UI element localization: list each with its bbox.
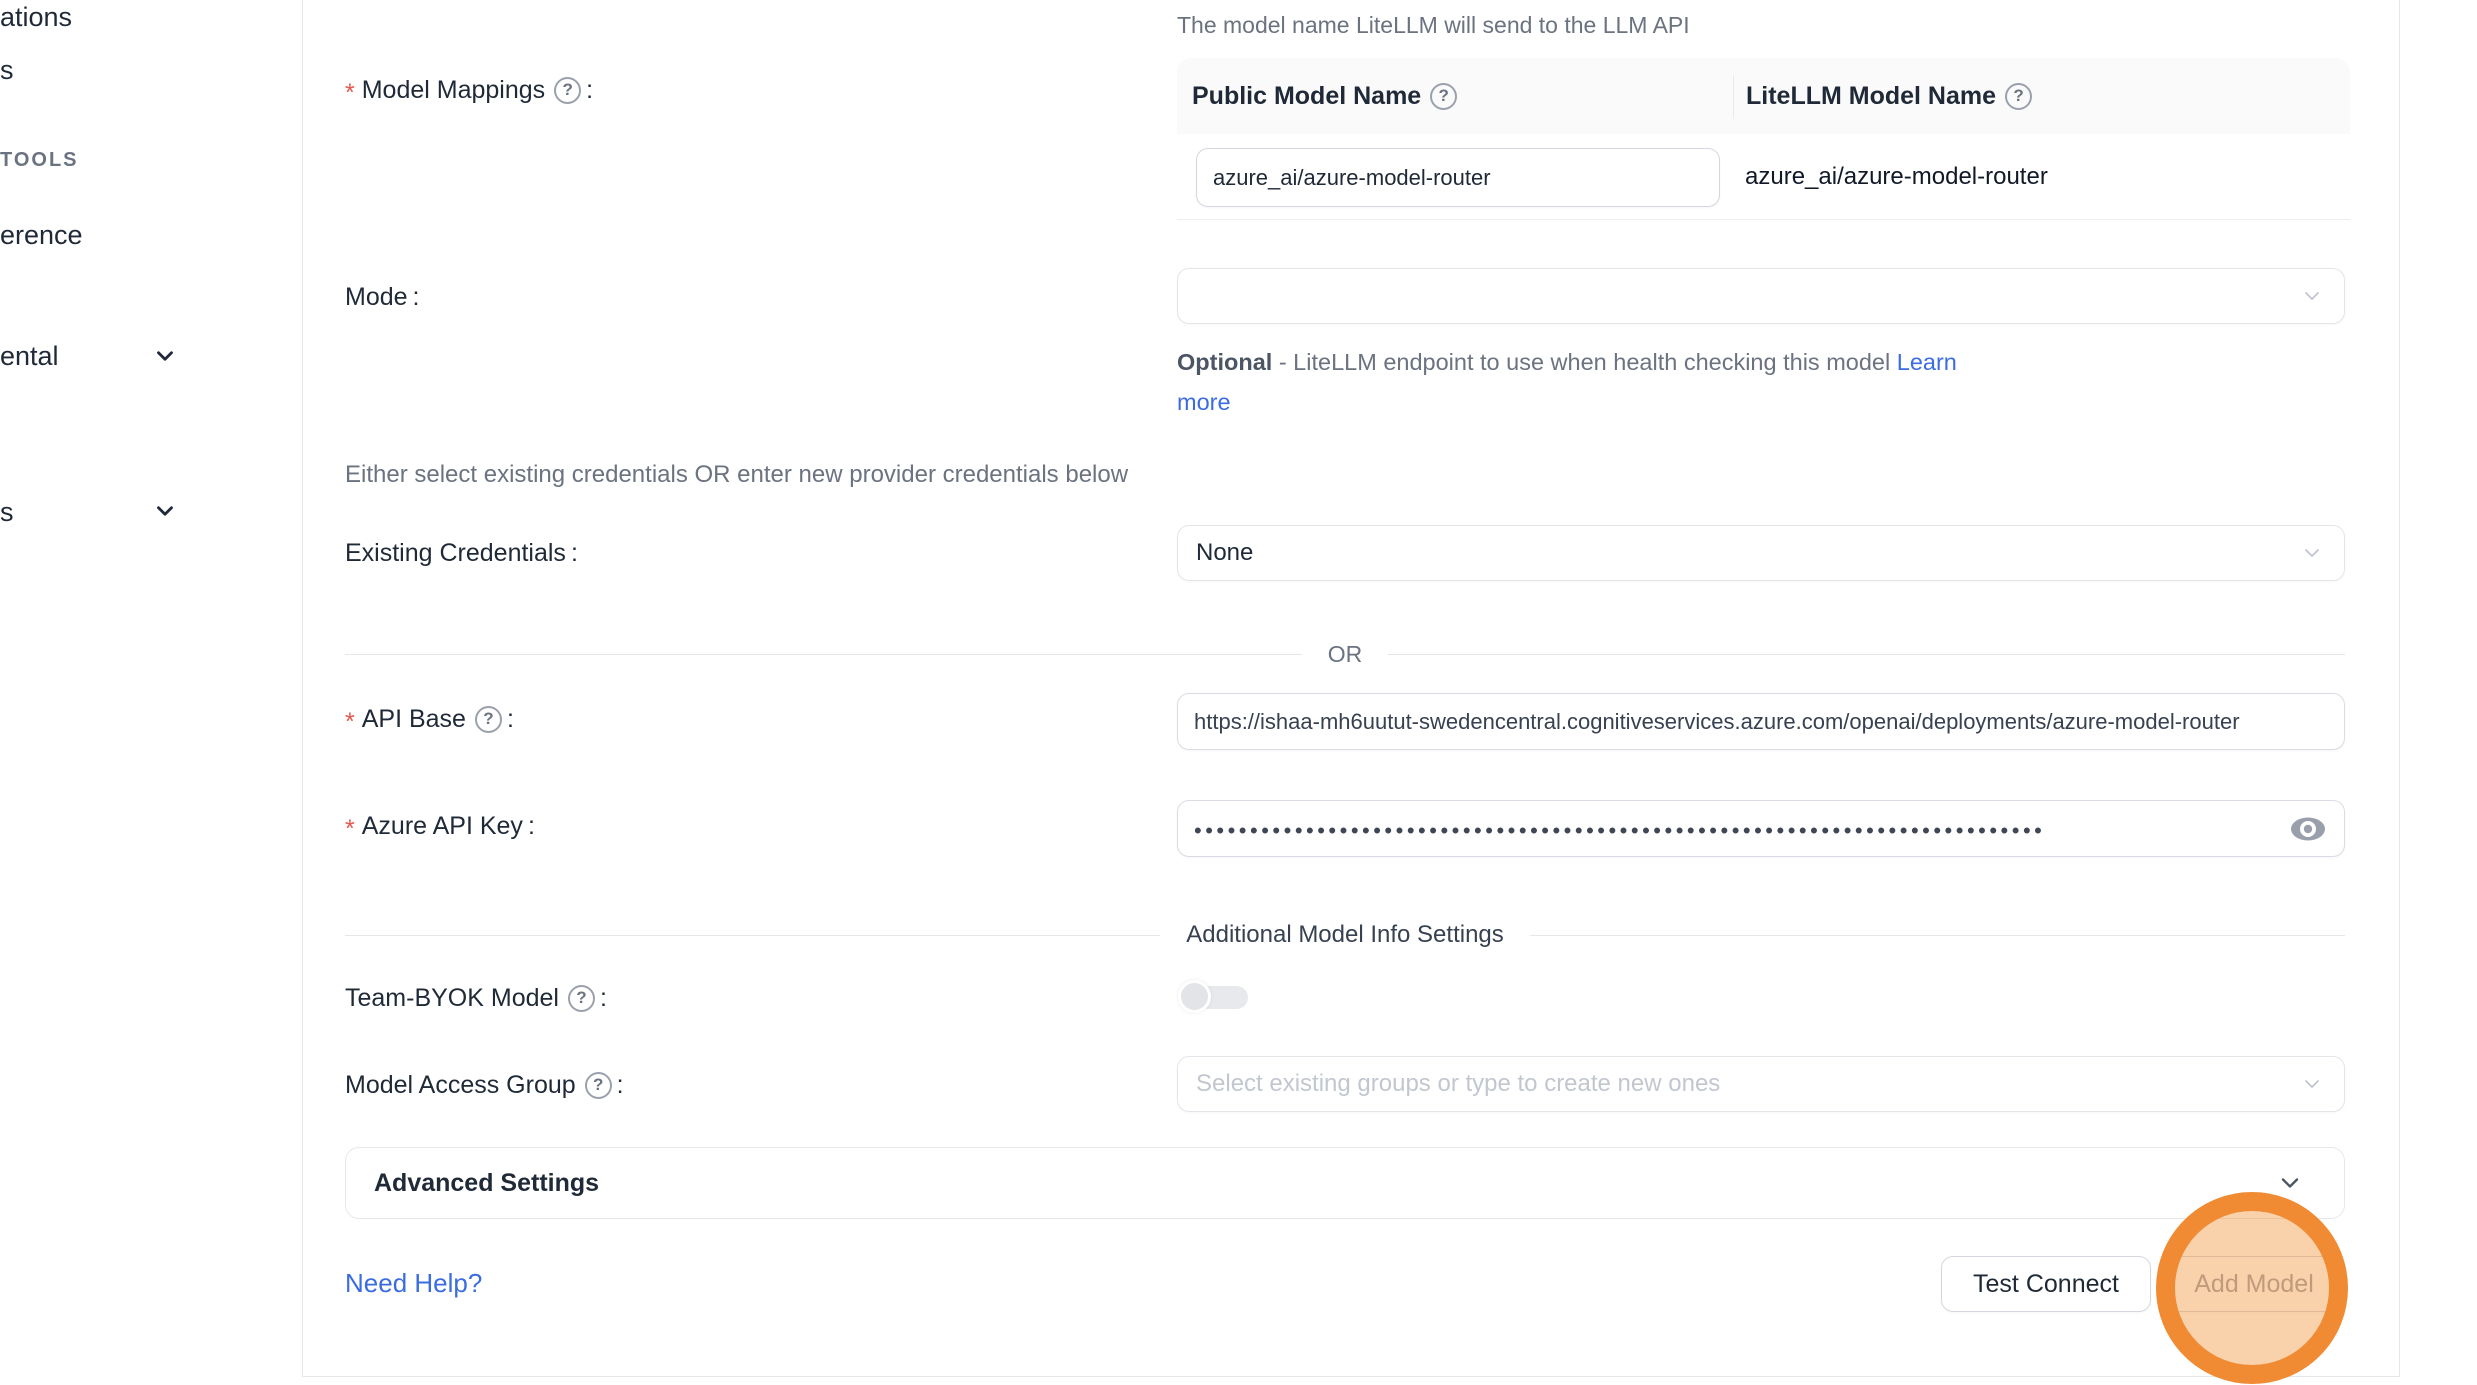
mode-label: Mode :	[345, 275, 420, 319]
mode-select[interactable]	[1177, 268, 2345, 324]
or-divider: OR	[345, 641, 2345, 668]
add-model-button[interactable]: Add Model	[2165, 1256, 2343, 1312]
public-model-name-input[interactable]: azure_ai/azure-model-router	[1196, 148, 1720, 207]
azure-api-key-input[interactable]: ••••••••••••••••••••••••••••••••••••••••…	[1177, 800, 2345, 857]
table-row-border	[1177, 219, 2350, 220]
azure-api-key-label: * Azure API Key :	[345, 804, 535, 848]
required-asterisk: *	[345, 708, 355, 737]
chevron-down-icon	[2276, 1169, 2304, 1197]
model-access-group-select[interactable]: Select existing groups or type to create…	[1177, 1056, 2345, 1112]
chevron-down-icon[interactable]	[152, 343, 178, 369]
existing-credentials-label: Existing Credentials :	[345, 531, 578, 575]
chevron-down-icon	[2300, 284, 2324, 308]
masked-password-value: ••••••••••••••••••••••••••••••••••••••••…	[1194, 818, 2115, 844]
help-icon[interactable]: ?	[2005, 83, 2032, 110]
api-base-input[interactable]	[1194, 709, 2328, 735]
chevron-down-icon[interactable]	[152, 498, 178, 524]
additional-info-divider-text: Additional Model Info Settings	[1160, 921, 1530, 949]
help-icon[interactable]: ?	[475, 706, 502, 733]
chevron-down-icon	[2300, 1072, 2324, 1096]
sidebar-item-ental[interactable]: ental	[0, 336, 59, 376]
advanced-settings-panel[interactable]: Advanced Settings	[345, 1147, 2345, 1219]
chevron-down-icon	[2300, 541, 2324, 565]
sidebar-item-label: s	[0, 50, 14, 90]
required-asterisk: *	[345, 815, 355, 844]
table-column-divider	[1733, 75, 1734, 119]
need-help-link[interactable]: Need Help?	[345, 1261, 482, 1305]
mode-hint: Optional - LiteLLM endpoint to use when …	[1177, 342, 1987, 422]
advanced-settings-title: Advanced Settings	[374, 1169, 2276, 1198]
sidebar-item-s2[interactable]: s	[0, 492, 14, 532]
sidebar-section-tools: TOOLS	[0, 145, 79, 175]
sidebar-item-label: erence	[0, 215, 83, 255]
help-icon[interactable]: ?	[554, 77, 581, 104]
model-access-group-label: Model Access Group ? :	[345, 1063, 624, 1107]
api-base-input-wrap	[1177, 693, 2345, 750]
model-mappings-table-header: Public Model Name ? LiteLLM Model Name ?	[1177, 58, 2350, 134]
help-icon[interactable]: ?	[568, 985, 595, 1012]
help-icon[interactable]: ?	[585, 1072, 612, 1099]
select-placeholder: Select existing groups or type to create…	[1196, 1070, 1720, 1098]
help-icon[interactable]: ?	[1430, 83, 1457, 110]
model-name-hint: The model name LiteLLM will send to the …	[1177, 10, 1690, 40]
toggle-handle	[1178, 980, 1211, 1013]
test-connect-button[interactable]: Test Connect	[1941, 1256, 2151, 1312]
team-byok-toggle[interactable]	[1178, 980, 1248, 1014]
sidebar-item-erence[interactable]: erence	[0, 215, 83, 255]
litellm-model-name-value: azure_ai/azure-model-router	[1745, 155, 2048, 199]
column-public-model-name: Public Model Name ?	[1192, 82, 1732, 111]
sidebar-item-label: s	[0, 492, 14, 532]
eye-icon[interactable]	[2290, 814, 2326, 844]
additional-info-divider: Additional Model Info Settings	[345, 921, 2345, 949]
required-asterisk: *	[345, 79, 355, 108]
sidebar-item-s1[interactable]: s	[0, 50, 14, 90]
credentials-note: Either select existing credentials OR en…	[345, 459, 1128, 491]
column-litellm-model-name: LiteLLM Model Name ?	[1732, 82, 2032, 111]
model-mappings-label: * Model Mappings ? :	[345, 68, 593, 112]
api-base-label: * API Base ? :	[345, 697, 514, 741]
sidebar-item-ations[interactable]: ations	[0, 0, 72, 37]
sidebar-item-label: ations	[0, 0, 72, 37]
add-model-form-page: ations s TOOLS erence ental s The model …	[0, 0, 2477, 1385]
existing-credentials-select[interactable]: None	[1177, 525, 2345, 581]
team-byok-label: Team-BYOK Model ? :	[345, 976, 607, 1020]
or-text: OR	[1302, 641, 1389, 668]
sidebar-item-label: ental	[0, 336, 59, 376]
